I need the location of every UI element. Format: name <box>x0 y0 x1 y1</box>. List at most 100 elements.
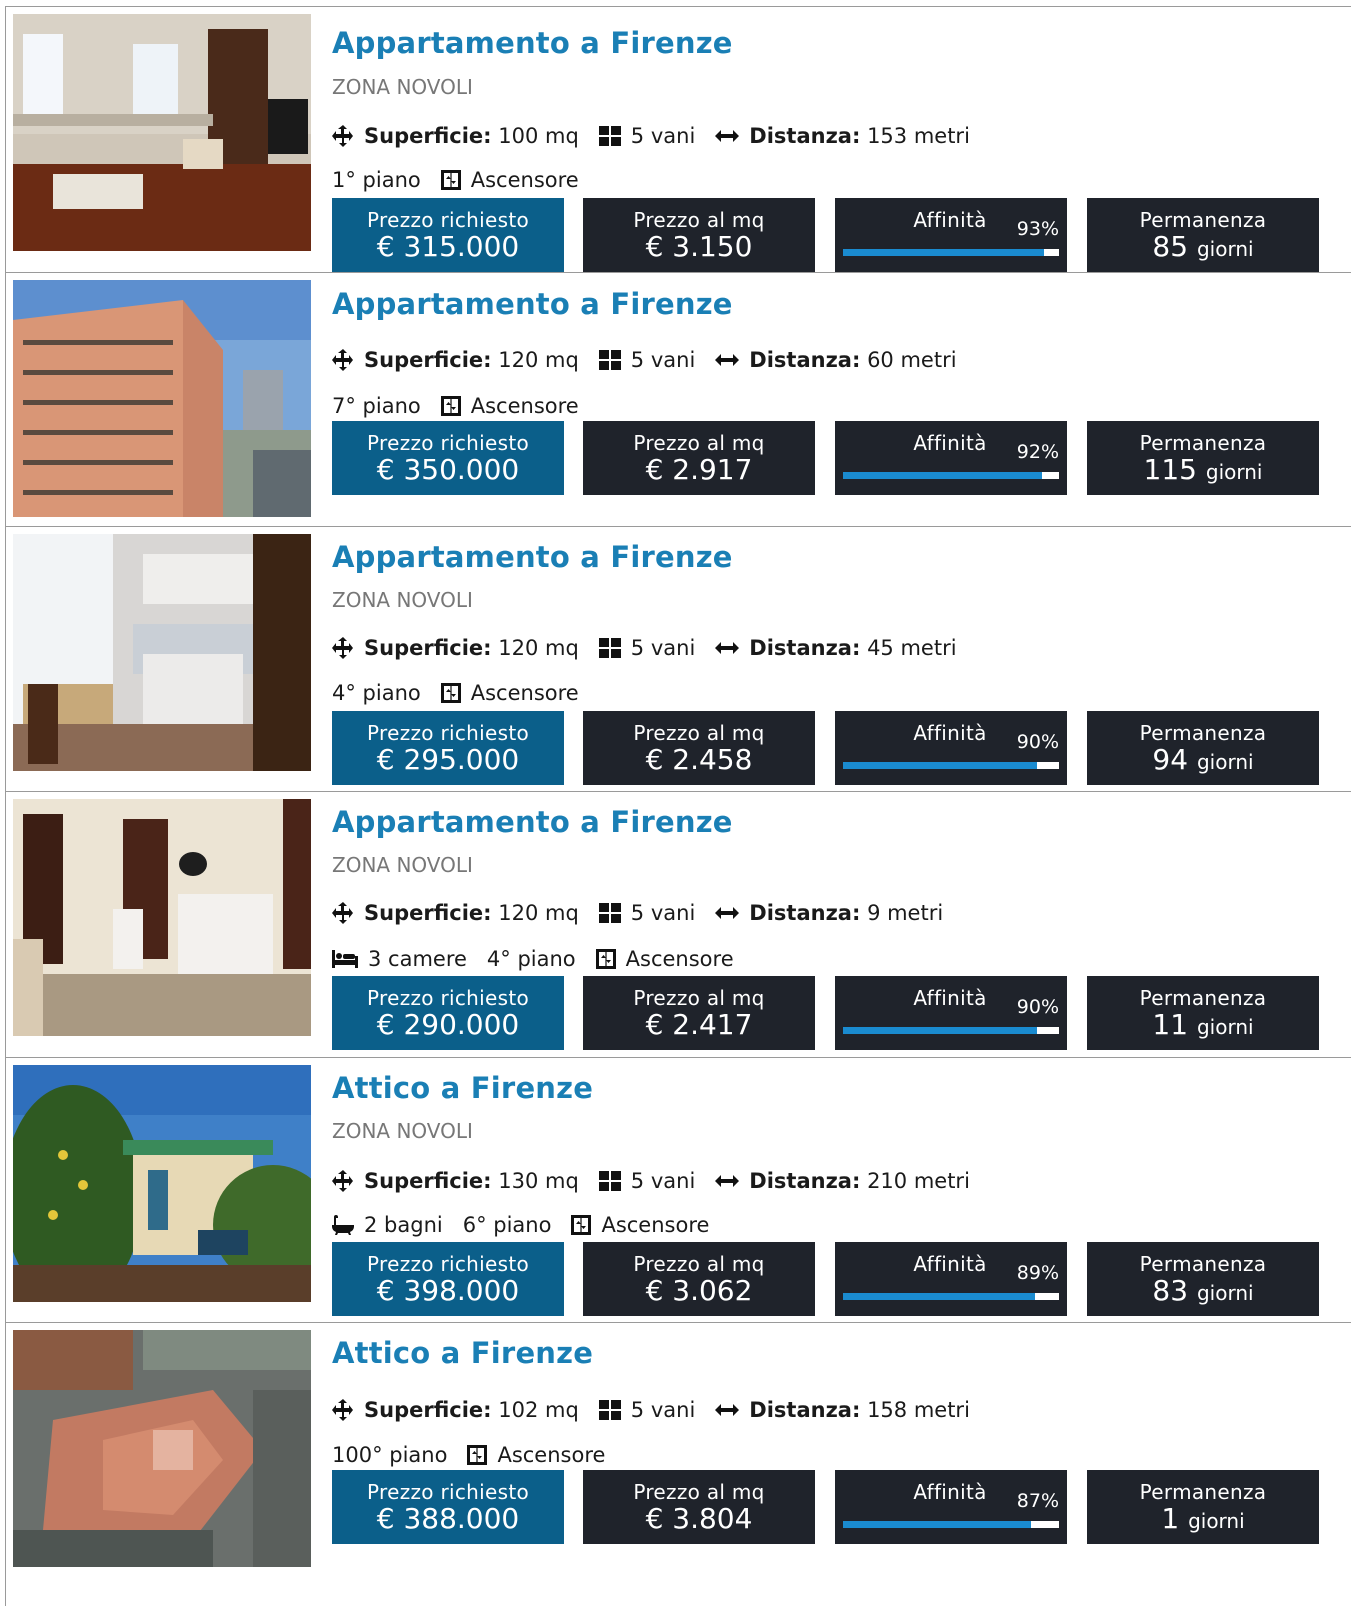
permanence-box: Permanenza 115 giorni <box>1087 421 1319 495</box>
elevator-icon <box>595 949 616 969</box>
listing-photo[interactable] <box>13 1065 311 1302</box>
ascensore-label: Ascensore <box>470 168 579 192</box>
ascensore-label: Ascensore <box>470 394 579 418</box>
distanza-label: Distanza: <box>749 348 861 372</box>
price-per-sqm-box: Prezzo al mq € 2.917 <box>583 421 815 495</box>
permanence-unit: giorni <box>1188 1509 1245 1533</box>
distanza-value: 158 metri <box>867 1398 970 1422</box>
distance-icon <box>715 353 740 367</box>
price-per-sqm-label: Prezzo al mq <box>633 1252 765 1276</box>
listing-details: 4° piano Ascensore <box>332 681 599 705</box>
listing-title[interactable]: Attico a Firenze <box>332 1071 593 1105</box>
listing-photo[interactable] <box>13 280 311 517</box>
superficie-label: Superficie: <box>364 124 492 148</box>
price-value: € 398.000 <box>376 1274 520 1307</box>
price-per-sqm-box: Prezzo al mq € 2.417 <box>583 976 815 1050</box>
ascensore-label: Ascensore <box>625 947 734 971</box>
permanence-days: 94 <box>1152 743 1189 776</box>
elevator-icon <box>440 170 461 190</box>
permanence-value: 11 giorni <box>1087 1010 1319 1042</box>
superficie-value: 100 mq <box>498 124 579 148</box>
price-per-sqm-value: € 2.458 <box>645 743 753 776</box>
listing-photo[interactable] <box>13 799 311 1036</box>
move-icon <box>332 637 354 659</box>
listing-card[interactable]: Attico a Firenze Superficie: 102 mq 5 va… <box>5 1322 1351 1606</box>
permanence-label: Permanenza <box>1139 1480 1267 1504</box>
listing-features: Superficie: 120 mq 5 vani Distanza: 9 me… <box>332 901 963 925</box>
listing-card[interactable]: Appartamento a Firenze ZONA NOVOLI Superf… <box>5 6 1351 272</box>
price-per-sqm-value: € 3.150 <box>645 230 753 263</box>
price-per-sqm-box: Prezzo al mq € 2.458 <box>583 711 815 785</box>
affinity-percent: 92% <box>1016 441 1059 463</box>
listing-photo[interactable] <box>13 14 311 251</box>
piano-value: 7° piano <box>332 394 421 418</box>
affinity-percent: 90% <box>1016 996 1059 1018</box>
permanence-unit: giorni <box>1196 237 1254 261</box>
price-label: Prezzo richiesto <box>367 208 529 232</box>
superficie-value: 120 mq <box>498 348 579 372</box>
price-per-sqm-value: € 3.062 <box>645 1274 753 1307</box>
price-label: Prezzo richiesto <box>367 986 529 1010</box>
rooms-icon <box>598 350 621 370</box>
elevator-icon <box>467 1445 488 1465</box>
listing-details: 100° piano Ascensore <box>332 1443 625 1467</box>
permanence-label: Permanenza <box>1139 1252 1267 1276</box>
affinity-bar-fill <box>843 249 1044 256</box>
distanza-value: 9 metri <box>867 901 944 925</box>
permanence-label: Permanenza <box>1139 431 1267 455</box>
listing-title[interactable]: Appartamento a Firenze <box>332 26 733 60</box>
permanence-box: Permanenza 85 giorni <box>1087 198 1319 272</box>
distanza-value: 45 metri <box>867 636 957 660</box>
price-per-sqm-label: Prezzo al mq <box>633 431 765 455</box>
superficie-label: Superficie: <box>364 636 492 660</box>
permanence-value: 1 giorni <box>1087 1504 1319 1536</box>
elevator-icon <box>571 1215 592 1235</box>
permanence-unit: giorni <box>1205 460 1263 484</box>
move-icon <box>332 125 354 147</box>
vani-value: 5 vani <box>630 1169 696 1193</box>
listing-title[interactable]: Appartamento a Firenze <box>332 805 733 839</box>
listing-photo[interactable] <box>13 1330 311 1567</box>
listing-card[interactable]: Appartamento a Firenze ZONA NOVOLI Superf… <box>5 526 1351 791</box>
rooms-icon <box>598 126 621 146</box>
distanza-label: Distanza: <box>749 636 861 660</box>
listing-card[interactable]: Appartamento a Firenze Superficie: 120 m… <box>5 272 1351 526</box>
permanence-unit: giorni <box>1196 750 1254 774</box>
ascensore-label: Ascensore <box>497 1443 606 1467</box>
price-box: Prezzo richiesto € 295.000 <box>332 711 564 785</box>
listing-card[interactable]: Appartamento a Firenze ZONA NOVOLI Superf… <box>5 791 1351 1057</box>
move-icon <box>332 1170 354 1192</box>
permanence-days: 1 <box>1161 1502 1180 1535</box>
affinity-bar <box>843 472 1059 479</box>
listing-title[interactable]: Attico a Firenze <box>332 1336 593 1370</box>
ascensore-label: Ascensore <box>470 681 579 705</box>
permanence-days: 85 <box>1152 230 1189 263</box>
listing-features: Superficie: 102 mq 5 vani Distanza: 158 … <box>332 1398 990 1422</box>
piano-value: 1° piano <box>332 168 421 192</box>
affinity-bar-fill <box>843 1293 1036 1300</box>
price-value: € 350.000 <box>376 453 520 486</box>
permanence-days: 115 <box>1143 453 1197 486</box>
affinity-bar-fill <box>843 1521 1031 1528</box>
elevator-icon <box>440 683 461 703</box>
distanza-label: Distanza: <box>749 124 861 148</box>
affinity-percent: 89% <box>1016 1262 1059 1284</box>
distanza-label: Distanza: <box>749 1169 861 1193</box>
listing-details: 2 bagni 6° piano Ascensore <box>332 1213 729 1237</box>
distanza-value: 60 metri <box>867 348 957 372</box>
affinity-bar <box>843 249 1059 256</box>
price-per-sqm-label: Prezzo al mq <box>633 721 765 745</box>
vani-value: 5 vani <box>630 348 696 372</box>
camere-value: 3 camere <box>368 947 467 971</box>
listing-photo[interactable] <box>13 534 311 771</box>
price-label: Prezzo richiesto <box>367 1252 529 1276</box>
price-per-sqm-value: € 2.417 <box>645 1008 753 1041</box>
price-label: Prezzo richiesto <box>367 431 529 455</box>
listing-title[interactable]: Appartamento a Firenze <box>332 287 733 321</box>
affinity-box: Affinità 87% <box>835 1470 1067 1544</box>
listing-title[interactable]: Appartamento a Firenze <box>332 540 733 574</box>
listing-card[interactable]: Attico a Firenze ZONA NOVOLI Superficie: … <box>5 1057 1351 1322</box>
price-value: € 388.000 <box>376 1502 520 1535</box>
piano-value: 4° piano <box>486 947 576 971</box>
bath-icon <box>332 1215 354 1235</box>
